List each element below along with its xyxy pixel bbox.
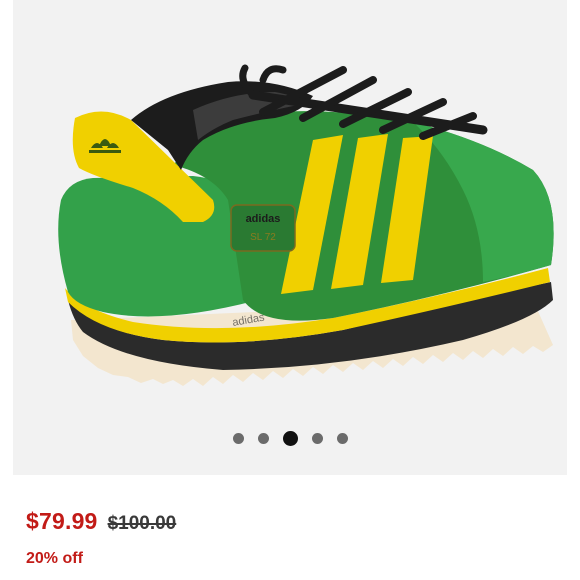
sneaker-image: adidas SL 72 adidas [58,64,554,386]
shoe-brand-text: adidas [246,213,281,225]
price-row: $79.99 $100.00 [26,508,176,535]
carousel-dot-active[interactable] [282,431,298,446]
discount-label: 20% off [26,550,83,567]
original-price: $100.00 [107,513,177,534]
carousel-dot[interactable] [311,433,323,444]
carousel-dot[interactable] [232,433,244,444]
carousel-dot[interactable] [336,433,348,444]
product-page: adidas SL 72 adidas $79.99 $100.00 20% o… [0,0,580,580]
carousel-indicator [13,431,567,446]
product-image-gallery[interactable]: adidas SL 72 adidas [13,0,567,475]
carousel-dot[interactable] [257,433,269,444]
shoe-model-text: SL 72 [250,232,276,243]
sale-price: $79.99 [26,508,98,534]
